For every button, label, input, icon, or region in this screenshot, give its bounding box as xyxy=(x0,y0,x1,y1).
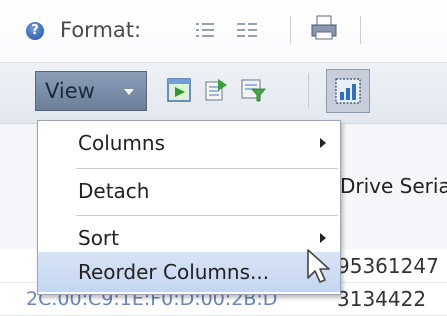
view-menu-button[interactable]: View xyxy=(35,71,147,111)
table-cell: 3134422 xyxy=(337,287,427,311)
chevron-right-icon xyxy=(320,138,326,148)
view-dropdown-menu: Columns Detach Sort Reorder Columns... xyxy=(37,120,341,295)
menu-item-label: Reorder Columns... xyxy=(78,260,270,284)
export-icon[interactable] xyxy=(203,77,229,103)
toolbar-separator xyxy=(308,73,309,109)
menu-item-detach[interactable]: Detach xyxy=(38,171,340,211)
menu-item-label: Sort xyxy=(78,226,119,250)
menu-separator xyxy=(76,168,338,169)
chart-view-button[interactable] xyxy=(326,69,370,113)
column-header-drive-serial[interactable]: Drive Seria xyxy=(340,174,447,198)
chevron-down-icon xyxy=(124,89,134,95)
menu-item-columns[interactable]: Columns xyxy=(38,123,340,163)
table-cell: 95361247 xyxy=(337,254,439,278)
help-icon[interactable]: ? xyxy=(26,22,44,40)
format-list-icon[interactable] xyxy=(194,20,216,40)
view-button-label: View xyxy=(45,79,95,103)
chart-icon xyxy=(335,78,361,104)
toolbar-separator xyxy=(290,16,291,44)
menu-item-label: Columns xyxy=(78,131,166,155)
view-toolbar: View xyxy=(0,62,447,123)
print-icon[interactable] xyxy=(310,14,338,42)
menu-separator xyxy=(76,215,338,216)
mouse-cursor-icon xyxy=(307,249,330,283)
chevron-right-icon xyxy=(320,233,326,243)
menu-item-reorder-columns[interactable]: Reorder Columns... xyxy=(38,252,340,292)
toolbar-top: ? Format: xyxy=(0,0,447,62)
menu-item-label: Detach xyxy=(78,179,150,203)
format-label: Format: xyxy=(60,18,142,42)
format-grid-icon[interactable] xyxy=(236,20,258,40)
play-icon[interactable] xyxy=(166,77,192,103)
filter-icon[interactable] xyxy=(240,77,266,103)
toolbar-separator xyxy=(360,16,361,44)
